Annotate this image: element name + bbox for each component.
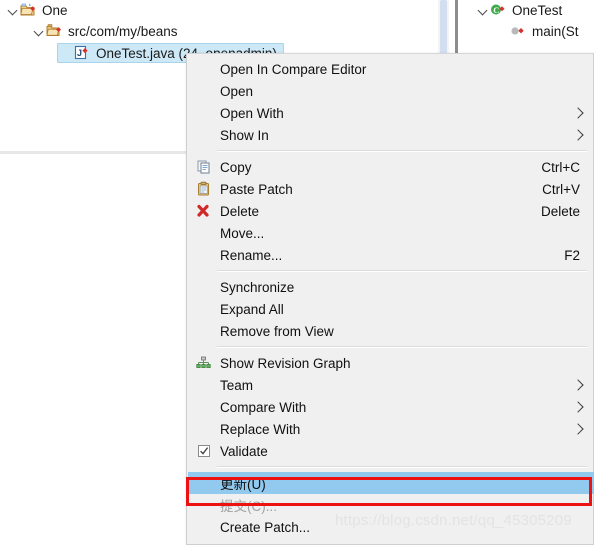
blank-icon — [196, 127, 214, 143]
menu-item[interactable]: Compare With — [188, 396, 594, 418]
watermark-text: https://blog.csdn.net/qq_45305209 — [335, 512, 572, 529]
blank-icon — [196, 475, 214, 491]
chevron-down-icon[interactable] — [32, 24, 46, 38]
blank-icon — [196, 279, 214, 295]
menu-item[interactable]: Remove from View — [188, 320, 594, 342]
outline-item[interactable]: main(St — [496, 21, 579, 41]
menu-item-label: Compare With — [220, 399, 307, 415]
class-icon: C — [490, 2, 508, 18]
blank-icon — [196, 301, 214, 317]
context-menu[interactable]: Open In Compare Editor Open Open With Show … — [186, 53, 594, 545]
chevron-right-icon — [572, 401, 584, 413]
chevron-right-icon — [572, 423, 584, 435]
menu-separator — [217, 270, 587, 272]
svg-text:C: C — [493, 5, 499, 15]
blank-icon — [196, 105, 214, 121]
delete-icon — [196, 203, 214, 219]
menu-item-label: Replace With — [220, 421, 301, 437]
menu-item-label: 更新(U) — [220, 477, 266, 492]
chevron-right-icon — [572, 379, 584, 391]
menu-item[interactable]: Expand All — [188, 298, 594, 320]
menu-item-shortcut: Delete — [540, 203, 580, 219]
menu-item-shortcut: Ctrl+C — [541, 159, 580, 175]
menu-item-label: Remove from View — [220, 323, 334, 339]
menu-item[interactable]: Copy Ctrl+C — [188, 156, 594, 178]
menu-item-label: Show Revision Graph — [220, 355, 351, 371]
menu-item-label: Rename... — [220, 247, 283, 263]
tree-item-label: One — [42, 2, 68, 18]
chevron-down-icon[interactable] — [6, 3, 20, 17]
menu-item-shortcut: F2 — [564, 247, 580, 263]
menu-item[interactable]: Paste Patch Ctrl+V — [188, 178, 594, 200]
menu-item-label: Validate — [220, 443, 268, 459]
menu-item-label: Expand All — [220, 301, 284, 317]
method-icon — [510, 23, 528, 39]
outline-item[interactable]: C OneTest — [476, 0, 562, 20]
menu-item[interactable]: Validate — [188, 440, 594, 462]
menu-separator — [217, 466, 587, 468]
tree-item[interactable]: src/com/my/beans — [32, 21, 178, 41]
blank-icon — [196, 61, 214, 77]
blank-icon — [196, 83, 214, 99]
svg-text:J: J — [77, 48, 82, 58]
revision-graph-icon — [196, 355, 214, 371]
project-icon — [20, 2, 38, 18]
menu-item-shortcut: Ctrl+V — [542, 181, 580, 197]
outline-item-label: main(St — [532, 23, 579, 39]
menu-item[interactable]: Move... — [188, 222, 594, 244]
menu-item[interactable]: Synchronize — [188, 276, 594, 298]
blank-icon — [196, 497, 214, 513]
menu-separator — [217, 346, 587, 348]
menu-item-label: Delete — [220, 203, 260, 219]
menu-item-label: Team — [220, 377, 254, 393]
menu-item[interactable]: Delete Delete — [188, 200, 594, 222]
menu-item[interactable]: Open In Compare Editor — [188, 58, 594, 80]
package-folder-icon — [46, 23, 64, 39]
blank-icon — [196, 247, 214, 263]
blank-icon — [196, 225, 214, 241]
menu-item[interactable]: Show In — [188, 124, 594, 146]
menu-item-label: Synchronize — [220, 279, 295, 295]
blank-icon — [196, 399, 214, 415]
menu-item-label: Move... — [220, 225, 265, 241]
menu-separator — [217, 150, 587, 152]
menu-item-label: Create Patch... — [220, 519, 311, 535]
menu-item-label: Open In Compare Editor — [220, 61, 367, 77]
menu-item[interactable]: Open With — [188, 102, 594, 124]
menu-item-label: Show In — [220, 127, 269, 143]
menu-item[interactable]: Replace With — [188, 418, 594, 440]
paste-icon — [196, 181, 214, 197]
menu-item-label: 提交(C)... — [220, 499, 277, 514]
menu-item[interactable]: Open — [188, 80, 594, 102]
chevron-right-icon — [572, 107, 584, 119]
menu-item-label: Paste Patch — [220, 181, 293, 197]
menu-item-label: Open — [220, 83, 254, 99]
outline-item-label: OneTest — [512, 2, 563, 18]
menu-item[interactable]: Rename... F2 — [188, 244, 594, 266]
tree-item-label: src/com/my/beans — [68, 23, 178, 39]
java-file-icon: J — [74, 45, 92, 61]
blank-icon — [196, 421, 214, 437]
blank-icon — [196, 377, 214, 393]
blank-icon — [196, 519, 214, 535]
menu-item-label: Copy — [220, 159, 252, 175]
chevron-down-icon[interactable] — [476, 3, 490, 17]
menu-item[interactable]: Team — [188, 374, 594, 396]
menu-item[interactable]: 更新(U) — [188, 472, 594, 494]
tree-item[interactable]: One — [6, 0, 68, 20]
menu-item[interactable]: Show Revision Graph — [188, 352, 594, 374]
chevron-right-icon — [572, 129, 584, 141]
blank-icon — [196, 323, 214, 339]
checkbox-checked-icon — [196, 443, 214, 459]
menu-item-label: Open With — [220, 105, 284, 121]
copy-icon — [196, 159, 214, 175]
